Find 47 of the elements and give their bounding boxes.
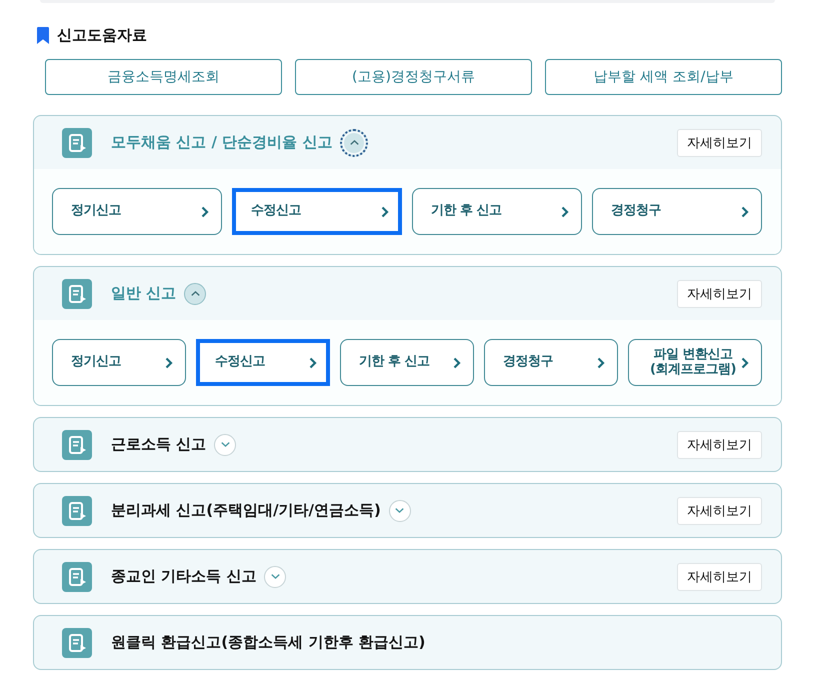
option-button[interactable]: 파일 변환신고 (회계프로그램) xyxy=(628,339,762,386)
chevron-down-icon xyxy=(220,442,230,447)
resource-button[interactable]: 금융소득명세조회 xyxy=(45,59,282,95)
document-icon xyxy=(62,628,92,658)
chevron-right-icon xyxy=(741,356,749,368)
chevron-right-icon xyxy=(741,206,749,218)
option-button[interactable]: 경정청구 xyxy=(592,188,762,235)
option-button[interactable]: 수정신고 xyxy=(232,188,402,235)
option-button[interactable]: 기한 후 신고 xyxy=(412,188,582,235)
panel-title: 일반 신고 xyxy=(111,284,176,303)
document-icon xyxy=(62,128,92,158)
chevron-up-icon xyxy=(190,291,200,296)
option-button[interactable]: 수정신고 xyxy=(196,339,330,386)
detail-button[interactable]: 자세히보기 xyxy=(677,128,762,156)
chevron-down-icon xyxy=(270,574,280,579)
option-button[interactable]: 경정청구 xyxy=(484,339,618,386)
detail-button[interactable]: 자세히보기 xyxy=(677,280,762,308)
option-button[interactable]: 정기신고 xyxy=(52,188,222,235)
chevron-right-icon xyxy=(201,206,209,218)
chevron-right-icon xyxy=(309,356,317,368)
resource-button[interactable]: 납부할 세액 조회/납부 xyxy=(545,59,782,95)
option-button[interactable]: 정기신고 xyxy=(52,339,186,386)
chevron-right-icon xyxy=(597,356,605,368)
panel-title: 근로소득 신고 xyxy=(111,435,206,454)
option-button[interactable]: 기한 후 신고 xyxy=(340,339,474,386)
bookmark-icon xyxy=(37,27,49,44)
chevron-right-icon xyxy=(561,206,569,218)
document-icon xyxy=(62,562,92,592)
document-icon xyxy=(62,430,92,460)
expand-toggle[interactable] xyxy=(340,128,368,156)
section-title: 신고도움자료 xyxy=(57,27,147,44)
resource-button[interactable]: (고용)경정청구서류 xyxy=(295,59,532,95)
document-icon xyxy=(62,278,92,308)
detail-button[interactable]: 자세히보기 xyxy=(677,430,762,458)
detail-button[interactable]: 자세히보기 xyxy=(677,562,762,590)
panel-title: 분리과세 신고(주택임대/기타/연금소득) xyxy=(111,501,381,520)
chevron-up-icon xyxy=(350,140,359,145)
detail-button[interactable]: 자세히보기 xyxy=(677,496,762,524)
chevron-right-icon xyxy=(381,206,389,218)
document-icon xyxy=(62,496,92,526)
panel-title: 원클릭 환급신고(종합소득세 기한후 환급신고) xyxy=(111,633,426,652)
expand-toggle[interactable] xyxy=(184,282,206,304)
panel-title: 종교인 기타소득 신고 xyxy=(111,567,256,586)
chevron-right-icon xyxy=(453,356,461,368)
chevron-down-icon xyxy=(395,508,404,513)
chevron-right-icon xyxy=(165,356,173,368)
panel-title: 모두채움 신고 / 단순경비율 신고 xyxy=(111,133,332,152)
